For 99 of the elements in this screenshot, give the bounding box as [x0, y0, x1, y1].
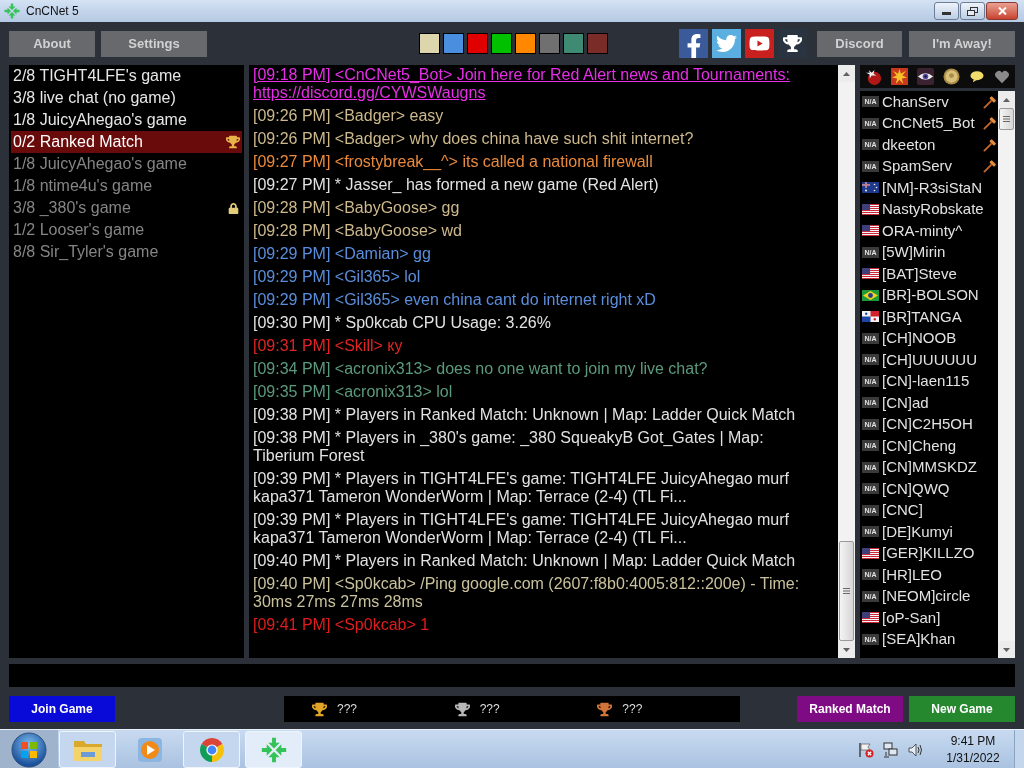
us-flag-icon	[862, 547, 879, 559]
chat-message: [09:35 PM] <acronix313> lol	[253, 383, 454, 401]
ranked-match-button[interactable]: Ranked Match	[797, 696, 903, 722]
game-list-item[interactable]: 3/8 live chat (no game)	[11, 87, 242, 109]
user-list-item[interactable]: [GER]KILLZO	[862, 542, 998, 564]
restore-button[interactable]	[960, 2, 985, 20]
minimize-icon	[942, 12, 951, 15]
chat-message: [09:26 PM] <Badger> easy	[253, 107, 445, 125]
join-game-button[interactable]: Join Game	[9, 696, 115, 722]
user-list-item[interactable]: [BR]TANGA	[862, 306, 998, 328]
trophy-icon	[783, 34, 802, 53]
chat-message: [09:34 PM] <acronix313> does no one want to join my live chat?	[253, 360, 709, 378]
close-button[interactable]	[986, 2, 1018, 20]
australia-flag-icon	[862, 182, 879, 194]
ladder-button[interactable]	[778, 29, 807, 58]
game-list-item[interactable]: 2/8 TIGHT4LFE's game	[11, 65, 242, 87]
chat-message: [09:29 PM] <Gil365> lol	[253, 268, 422, 286]
discord-button[interactable]: Discord	[817, 30, 902, 57]
chat-message: [09:31 PM] <Skill> ку	[253, 337, 404, 355]
color-swatch[interactable]	[515, 33, 536, 54]
up-arrow-icon	[843, 71, 850, 76]
color-swatch[interactable]	[563, 33, 584, 54]
chat-message: [09:40 PM] <Sp0kcab> /Ping google.com (2607:f8b0:4005:812::200e) - Time: 30ms 27ms 27ms 28ms	[253, 575, 801, 611]
eye-icon[interactable]	[917, 68, 934, 85]
us-flag-icon	[862, 203, 879, 215]
chat-message: [09:30 PM] * Sp0kcab CPU Usage: 3.26%	[253, 314, 552, 332]
down-arrow-icon	[1003, 647, 1010, 652]
play-icon	[136, 736, 163, 763]
panama-flag-icon	[862, 311, 879, 323]
us-flag-icon	[862, 612, 879, 624]
chat-message: [09:26 PM] <Badger> why does china have such shit internet?	[253, 130, 695, 148]
chat-message: [09:29 PM] <Gil365> even china cant do internet right xD	[253, 291, 657, 309]
color-swatch[interactable]	[419, 33, 440, 54]
chat-message: [09:38 PM] * Players in Ranked Match: Unknown | Map: Ladder Quick Match	[253, 406, 797, 424]
window-title: CnCNet 5	[26, 3, 79, 20]
chat-message: [09:40 PM] * Players in Ranked Match: Unknown | Map: Ladder Quick Match	[253, 552, 797, 570]
app-logo-icon	[4, 3, 20, 19]
chat-message: [09:18 PM] <CnCNet5_Bot> Join here for Red Alert news and Tournaments:	[253, 66, 790, 83]
minimize-button[interactable]	[934, 2, 959, 20]
game-list-item[interactable]: 0/2 Ranked Match	[11, 131, 242, 153]
heart-icon[interactable]	[994, 69, 1010, 84]
color-swatch[interactable]	[539, 33, 560, 54]
flag-warning-icon[interactable]	[858, 741, 874, 758]
chat-message: [09:27 PM] <frostybreak__^> its called a national firewall	[253, 153, 654, 171]
user-list-item[interactable]: [BAT]Steve	[862, 263, 998, 285]
youtube-button[interactable]	[745, 29, 774, 58]
chat-message: [09:38 PM] * Players in _380's game: _380 SqueakyB Got_Gates | Map: Tiberium Forest	[253, 429, 765, 465]
chat-link[interactable]: https://discord.gg/CYWSWaugns	[253, 84, 486, 101]
restore-icon	[967, 6, 978, 16]
color-swatch[interactable]	[587, 33, 608, 54]
chat-message: [09:39 PM] * Players in TIGHT4LFE's game: TIGHT4LFE JuicyAhegao murf kapa371 Tameron WonderWorm | Map: Terrace (2-4) (TL Fi...	[253, 511, 790, 547]
game-list-item[interactable]: 1/8 JuicyAhegao's game	[11, 109, 242, 131]
scrollbar-thumb[interactable]	[839, 541, 854, 641]
clock-button[interactable]: 9:41 PM 1/31/2022	[941, 732, 1005, 767]
ladder-rank: ???	[479, 701, 500, 718]
us-flag-icon	[862, 268, 879, 280]
close-icon	[997, 7, 1007, 15]
browser-icon	[198, 736, 225, 763]
ladder-rank: ???	[337, 701, 358, 718]
chat-message: [09:28 PM] <BabyGoose> gg	[253, 199, 461, 217]
color-swatch[interactable]	[491, 33, 512, 54]
up-arrow-icon	[1003, 97, 1010, 102]
grip-lines-icon	[1003, 116, 1010, 122]
scrollbar-thumb[interactable]	[999, 108, 1014, 130]
brazil-flag-icon	[862, 289, 879, 301]
network-icon[interactable]	[883, 741, 899, 758]
inward-arrows-icon	[260, 736, 287, 763]
chat-message: [09:27 PM] * Jasser_ has formed a new game (Red Alert)	[253, 176, 660, 194]
grip-lines-icon	[843, 588, 850, 594]
start-orb-icon	[11, 731, 47, 768]
color-swatch[interactable]	[467, 33, 488, 54]
speaker-icon[interactable]	[908, 741, 924, 758]
about-button[interactable]: About	[9, 30, 95, 57]
bird-icon	[716, 33, 737, 54]
speech-bubble-icon[interactable]	[969, 70, 985, 83]
message-input[interactable]	[9, 663, 1015, 687]
coin-icon[interactable]	[943, 68, 960, 85]
user-list-item[interactable]: NastyRobskate	[862, 198, 998, 220]
taskbar-button[interactable]	[183, 731, 240, 768]
down-arrow-icon	[843, 647, 850, 652]
chat-message: [09:39 PM] * Players in TIGHT4LFE's game: TIGHT4LFE JuicyAhegao murf kapa371 Tameron WonderWorm | Map: Terrace (2-4) (TL Fi...	[253, 470, 790, 506]
user-list-item[interactable]: [BR]-BOLSON	[862, 284, 998, 306]
chat-message: [09:28 PM] <BabyGoose> wd	[253, 222, 463, 240]
taskbar-button[interactable]	[59, 731, 116, 768]
chat-message: [09:41 PM] <Sp0kcab> 1	[253, 616, 431, 634]
facebook-button[interactable]	[679, 29, 708, 58]
user-list-item[interactable]: [oP-San]	[862, 607, 998, 629]
user-list-item[interactable]: [NM]-R3siStaN	[862, 177, 998, 199]
us-flag-icon	[862, 225, 879, 237]
burst-icon[interactable]	[891, 68, 908, 85]
ladder-rank: ???	[622, 701, 643, 718]
ball-icon[interactable]	[865, 68, 882, 85]
start-button[interactable]	[0, 730, 58, 768]
user-list-item[interactable]: ORA-minty^	[862, 220, 998, 242]
new-game-button[interactable]: New Game	[909, 696, 1015, 722]
color-swatch[interactable]	[443, 33, 464, 54]
settings-button[interactable]: Settings	[101, 30, 207, 57]
away-button[interactable]: I'm Away!	[909, 30, 1015, 57]
chat-message: [09:29 PM] <Damian> gg	[253, 245, 432, 263]
